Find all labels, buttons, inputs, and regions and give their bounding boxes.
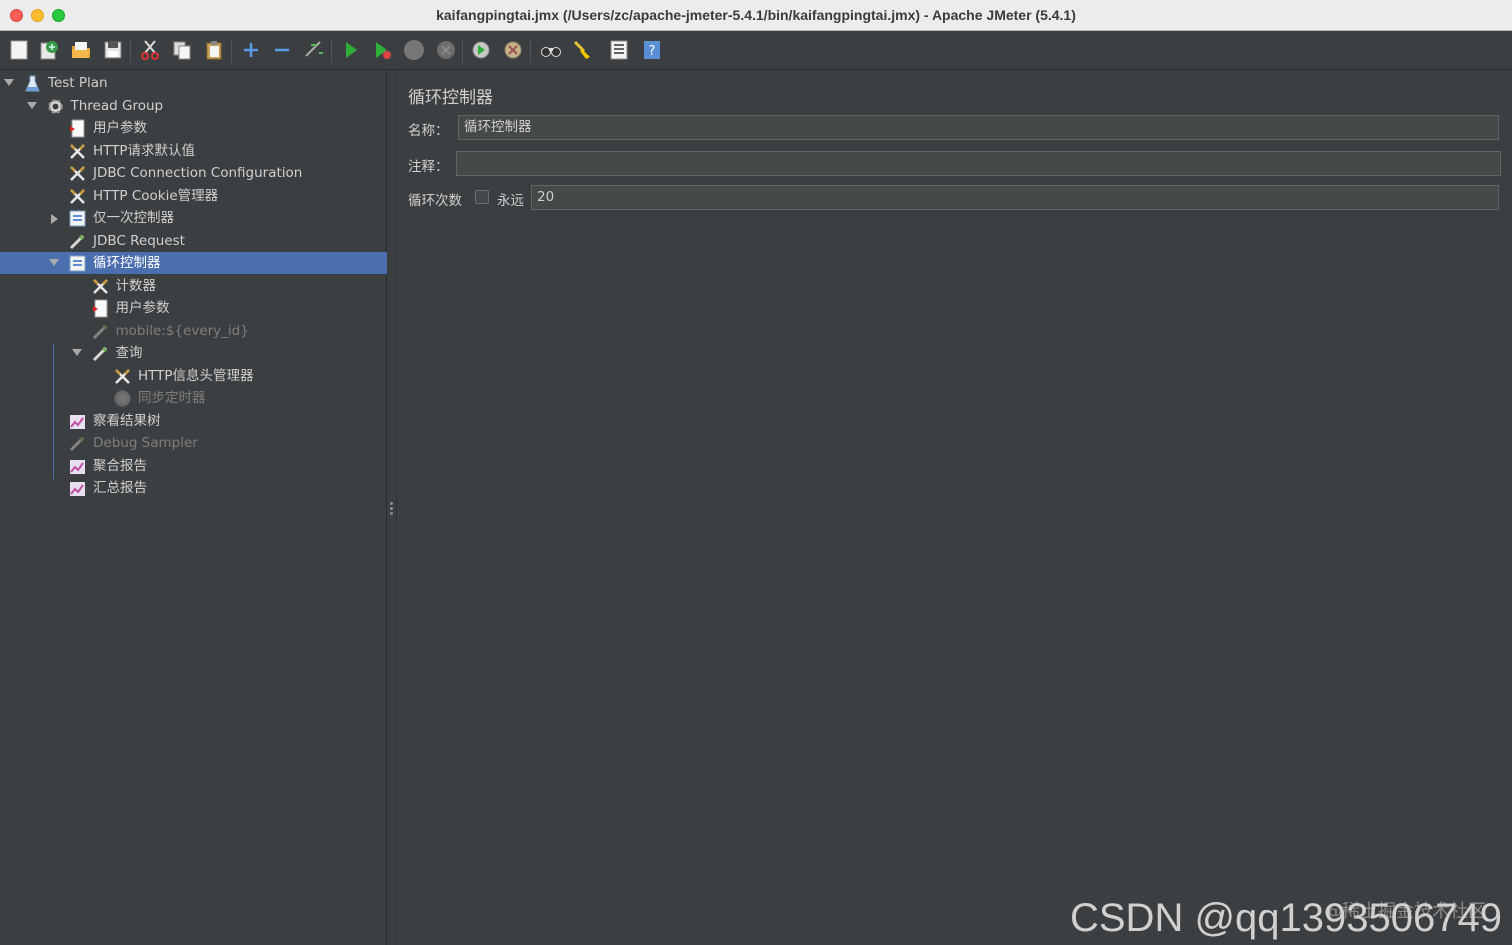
listener-icon bbox=[68, 479, 87, 498]
tree-node[interactable]: HTTP请求默认值 bbox=[0, 140, 387, 162]
start-icon[interactable] bbox=[340, 39, 362, 61]
clear-all-icon[interactable] bbox=[572, 39, 594, 61]
tree-node[interactable]: JDBC Request bbox=[0, 230, 387, 252]
tree-node[interactable]: JDBC Connection Configuration bbox=[0, 162, 387, 184]
config-element-icon bbox=[113, 367, 132, 386]
shutdown-icon[interactable] bbox=[435, 39, 457, 61]
tree-node[interactable]: 仅一次控制器 bbox=[0, 207, 387, 229]
sampler-icon bbox=[91, 344, 110, 363]
watermark: CSDN @qq1393506749 bbox=[1069, 896, 1502, 940]
stop-icon[interactable] bbox=[403, 39, 425, 61]
tree-node[interactable]: 察看结果树 bbox=[0, 410, 387, 432]
expand-arrow-down-icon[interactable] bbox=[71, 349, 82, 356]
expand-arrow-down-icon[interactable] bbox=[26, 101, 37, 109]
tree-node-label: JDBC Request bbox=[93, 232, 185, 249]
config-element-icon bbox=[68, 164, 87, 183]
thread-group-icon bbox=[46, 97, 65, 116]
comment-field[interactable] bbox=[456, 151, 1501, 176]
remote-start-icon[interactable] bbox=[470, 39, 492, 61]
tree-node-label: HTTP Cookie管理器 bbox=[93, 187, 219, 204]
tree-node[interactable]: mobile:${every_id} bbox=[0, 320, 387, 342]
expand-arrow-down-icon[interactable] bbox=[49, 259, 59, 266]
open-icon[interactable] bbox=[70, 39, 92, 61]
tree-node[interactable]: 同步定时器 bbox=[0, 387, 387, 409]
tree-node-label: 计数器 bbox=[115, 277, 157, 294]
listener-icon bbox=[68, 457, 87, 476]
name-label: 名称： bbox=[408, 123, 449, 139]
tree-node-label: 用户参数 bbox=[115, 300, 170, 316]
tree-node-label: JDBC Connection Configuration bbox=[93, 165, 303, 181]
save-icon[interactable] bbox=[102, 39, 124, 61]
copy-icon[interactable] bbox=[171, 39, 193, 61]
toolbar: ? bbox=[0, 31, 1512, 70]
timer-icon bbox=[113, 389, 132, 408]
sampler-icon bbox=[68, 434, 87, 453]
paste-icon[interactable] bbox=[203, 39, 225, 61]
tree-node[interactable]: HTTP信息头管理器 bbox=[0, 365, 387, 387]
tree-node[interactable]: 汇总报告 bbox=[0, 477, 387, 499]
listener-icon bbox=[68, 412, 87, 431]
tree-node[interactable]: 用户参数 bbox=[0, 297, 387, 319]
tree-node-label: 汇总报告 bbox=[93, 480, 147, 496]
window-title: kaifangpingtai.jmx (/Users/zc/apache-jme… bbox=[436, 7, 1076, 23]
remote-stop-icon[interactable] bbox=[502, 39, 524, 61]
test-plan-tree: Test Plan Thread Group 用户参数 HTTP请求默认值 JDBC C… bbox=[0, 71, 387, 945]
split-pane-divider[interactable] bbox=[387, 71, 397, 945]
tree-node[interactable]: 查询 bbox=[0, 342, 387, 364]
tree-node-label: HTTP请求默认值 bbox=[93, 142, 196, 159]
sampler-icon bbox=[91, 322, 110, 341]
tree-node[interactable]: Test Plan bbox=[0, 72, 387, 94]
toggle-icon[interactable] bbox=[303, 39, 325, 61]
config-element-icon bbox=[68, 142, 87, 161]
controller-icon bbox=[68, 209, 87, 228]
tree-node-label: Debug Sampler bbox=[93, 435, 198, 451]
tree-node-label: 同步定时器 bbox=[138, 390, 206, 406]
tree-node-label: 循环控制器 bbox=[93, 255, 161, 271]
tree-node[interactable]: 计数器 bbox=[0, 275, 387, 297]
tree-node-label: 察看结果树 bbox=[93, 412, 161, 429]
tree-node[interactable]: Thread Group bbox=[0, 95, 387, 117]
tree-node[interactable]: HTTP Cookie管理器 bbox=[0, 185, 387, 207]
svg-text:?: ? bbox=[649, 44, 656, 59]
test-plan-icon bbox=[23, 74, 42, 93]
user-params-icon bbox=[91, 299, 110, 318]
config-element-icon bbox=[91, 277, 110, 296]
cut-icon[interactable] bbox=[139, 39, 161, 61]
loop-count-label: 循环次数 bbox=[408, 193, 462, 209]
search-icon[interactable] bbox=[540, 39, 562, 61]
title-bar: kaifangpingtai.jmx (/Users/zc/apache-jme… bbox=[0, 0, 1512, 31]
config-element-icon bbox=[68, 187, 87, 206]
loop-controller-panel: 循环控制器 名称： 循环控制器 注释： 循环次数 永远 20 bbox=[397, 71, 1512, 945]
templates-icon[interactable] bbox=[38, 39, 60, 61]
expand-icon[interactable] bbox=[240, 39, 262, 61]
tree-node-label: Thread Group bbox=[70, 97, 164, 114]
user-params-icon bbox=[68, 119, 87, 138]
sampler-icon bbox=[68, 232, 87, 251]
tree-node[interactable]: Debug Sampler bbox=[0, 432, 387, 454]
help-icon[interactable]: ? bbox=[641, 39, 663, 61]
tree-node-label: 用户参数 bbox=[93, 120, 147, 136]
tree-node-label: Test Plan bbox=[48, 75, 108, 91]
tree-node-label: HTTP信息头管理器 bbox=[138, 367, 254, 384]
start-no-pause-icon[interactable] bbox=[371, 39, 393, 61]
name-field[interactable]: 循环控制器 bbox=[458, 115, 1499, 140]
tree-node-label: 仅一次控制器 bbox=[93, 210, 174, 226]
comment-label: 注释： bbox=[408, 159, 449, 175]
expand-arrow-right-icon[interactable] bbox=[51, 214, 58, 224]
tree-node[interactable]: 循环控制器 bbox=[0, 252, 387, 274]
controller-icon bbox=[68, 254, 87, 273]
forever-checkbox[interactable] bbox=[475, 190, 489, 204]
panel-title: 循环控制器 bbox=[408, 88, 493, 108]
tree-node[interactable]: 聚合报告 bbox=[0, 455, 387, 477]
collapse-icon[interactable] bbox=[271, 39, 293, 61]
loop-count-field[interactable]: 20 bbox=[531, 185, 1499, 210]
expand-arrow-down-icon[interactable] bbox=[4, 79, 14, 86]
function-helper-icon[interactable] bbox=[608, 39, 630, 61]
tree-node-label: mobile:${every_id} bbox=[115, 322, 249, 339]
tree-node[interactable]: 用户参数 bbox=[0, 117, 387, 139]
tree-node-label: 聚合报告 bbox=[93, 457, 147, 474]
new-icon[interactable] bbox=[8, 39, 30, 61]
tree-node-label: 查询 bbox=[115, 345, 143, 361]
forever-label: 永远 bbox=[497, 193, 524, 209]
